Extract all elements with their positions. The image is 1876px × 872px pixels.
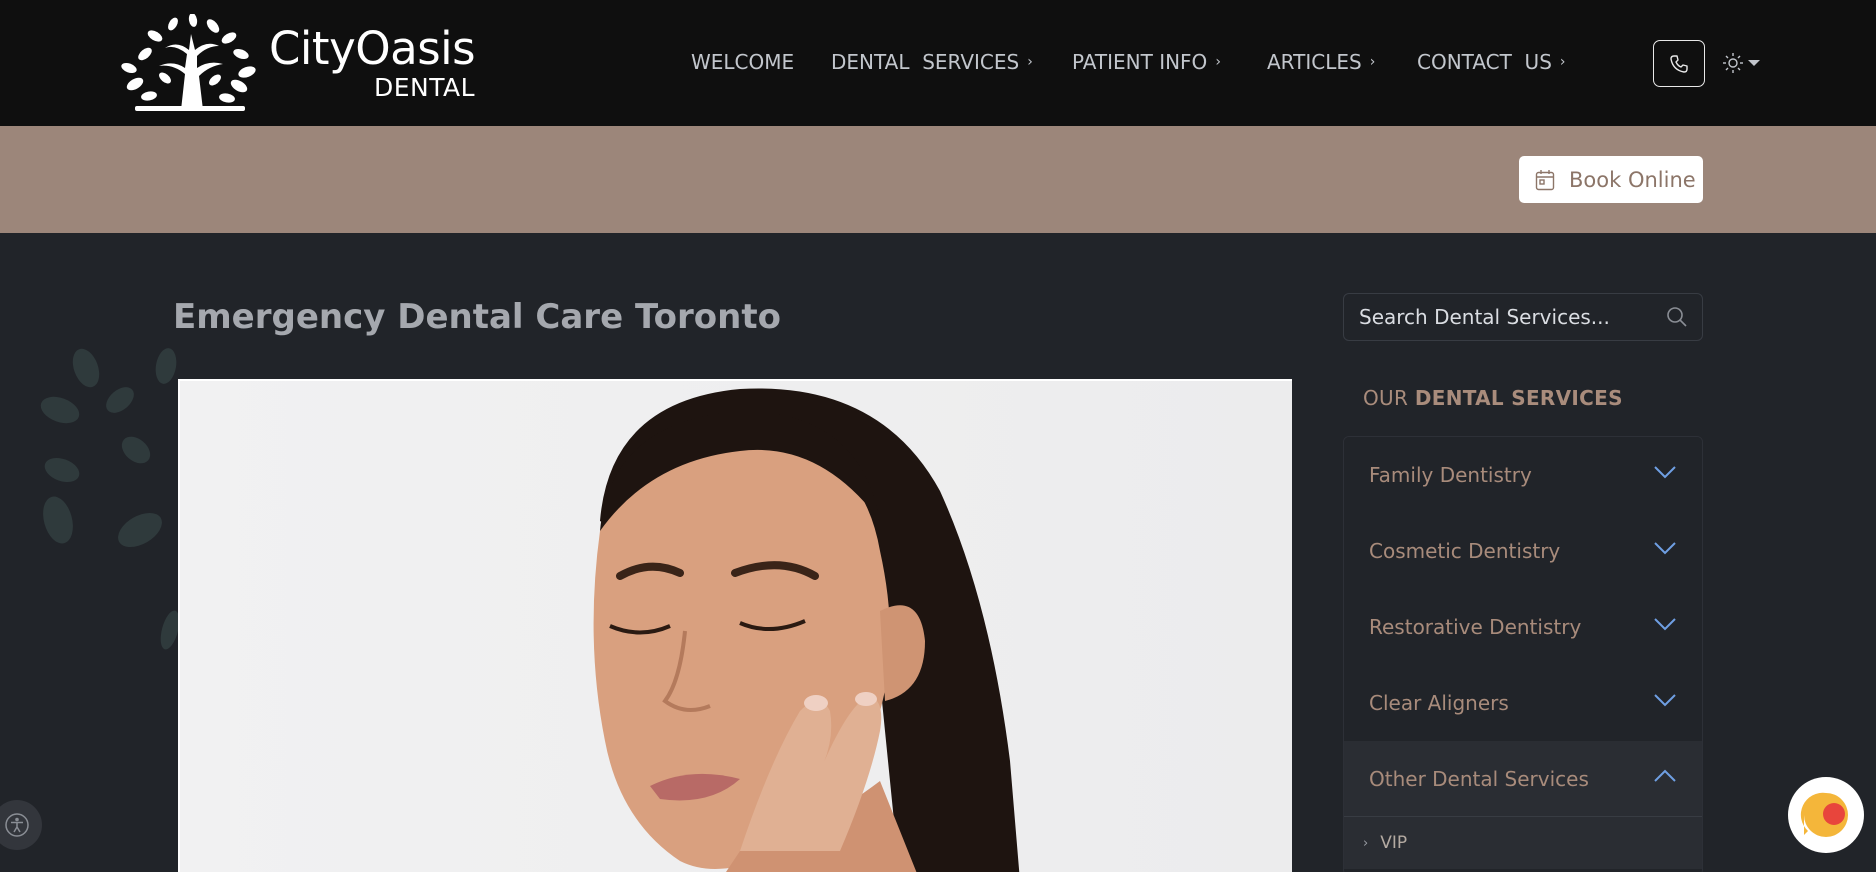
accordion-family-dentistry[interactable]: Family Dentistry — [1344, 437, 1702, 513]
book-online-button[interactable]: Book Online — [1519, 156, 1703, 203]
brand-subtitle: DENTAL — [373, 73, 476, 102]
woman-toothache-image — [180, 381, 1292, 872]
nav-patient-info[interactable]: PATIENT INFO › — [1072, 50, 1221, 74]
nav-contact-us-label: CONTACT US — [1417, 50, 1552, 74]
accordion-label: Other Dental Services — [1369, 766, 1589, 791]
search-icon[interactable] — [1666, 306, 1688, 328]
chevron-down-icon — [1654, 694, 1676, 707]
theme-toggle[interactable] — [1722, 52, 1760, 74]
nav-dental-services[interactable]: DENTAL SERVICES › — [831, 50, 1033, 74]
accordion-label: Family Dentistry — [1369, 463, 1532, 487]
services-heading-prefix: OUR — [1363, 386, 1409, 410]
services-heading-strong: DENTAL SERVICES — [1414, 386, 1623, 410]
hero-image — [178, 379, 1292, 872]
phone-button[interactable] — [1653, 40, 1705, 87]
accordion-clear-aligners[interactable]: Clear Aligners — [1344, 665, 1702, 741]
page-title: Emergency Dental Care Toronto — [173, 297, 781, 337]
calendar-icon — [1535, 169, 1555, 190]
book-online-label: Book Online — [1569, 167, 1696, 192]
nav-articles-label: ARTICLES — [1267, 50, 1362, 74]
accordion-other-dental-services[interactable]: Other Dental Services — [1344, 741, 1702, 817]
accordion-label: Clear Aligners — [1369, 691, 1509, 715]
accordion-subitem-vip[interactable]: › VIP — [1344, 817, 1702, 869]
accessibility-icon — [5, 813, 29, 837]
accordion-cosmetic-dentistry[interactable]: Cosmetic Dentistry — [1344, 513, 1702, 589]
booking-bar: Book Online — [0, 126, 1876, 233]
nav-welcome-label: WELCOME — [691, 50, 795, 74]
nav-contact-us[interactable]: CONTACT US › — [1417, 50, 1566, 74]
phone-icon — [1670, 54, 1688, 73]
search-input[interactable] — [1359, 305, 1666, 329]
nav-articles[interactable]: ARTICLES › — [1267, 50, 1375, 74]
nav-welcome[interactable]: WELCOME — [691, 50, 794, 74]
chevron-right-icon: › — [1559, 54, 1566, 70]
brand-name: CityOasis — [269, 22, 476, 75]
chevron-down-icon — [1654, 542, 1676, 555]
chevron-right-icon: › — [1369, 54, 1376, 70]
accessibility-button[interactable] — [0, 800, 42, 850]
nav-dental-services-label: DENTAL SERVICES — [831, 50, 1020, 74]
site-logo[interactable]: CityOasis DENTAL — [115, 14, 480, 112]
services-heading: OUR DENTAL SERVICES — [1363, 386, 1623, 410]
site-header: CityOasis DENTAL WELCOME DENTAL SERVICES… — [0, 0, 1876, 126]
tree-logo-icon — [121, 14, 256, 111]
chevron-down-icon — [1654, 466, 1676, 479]
accordion-label: Cosmetic Dentistry — [1369, 539, 1561, 563]
chevron-right-icon: › — [1215, 54, 1221, 70]
services-accordion: Family Dentistry Cosmetic Dentistry Rest… — [1343, 436, 1703, 872]
decorative-leaves-icon — [40, 348, 180, 650]
chevron-up-icon — [1654, 769, 1676, 782]
search-field[interactable] — [1343, 293, 1703, 341]
accordion-restorative-dentistry[interactable]: Restorative Dentistry — [1344, 589, 1702, 665]
chevron-right-icon: › — [1027, 54, 1033, 70]
chat-widget-button[interactable] — [1788, 777, 1864, 853]
accordion-subitem-label: VIP — [1380, 833, 1408, 853]
chevron-down-icon — [1748, 60, 1760, 66]
chat-widget-icon — [1800, 792, 1848, 837]
nav-patient-info-label: PATIENT INFO — [1072, 50, 1208, 74]
sun-icon — [1723, 53, 1743, 73]
accordion-label: Restorative Dentistry — [1369, 615, 1582, 639]
chevron-right-icon: › — [1363, 835, 1369, 851]
chevron-down-icon — [1654, 618, 1676, 631]
